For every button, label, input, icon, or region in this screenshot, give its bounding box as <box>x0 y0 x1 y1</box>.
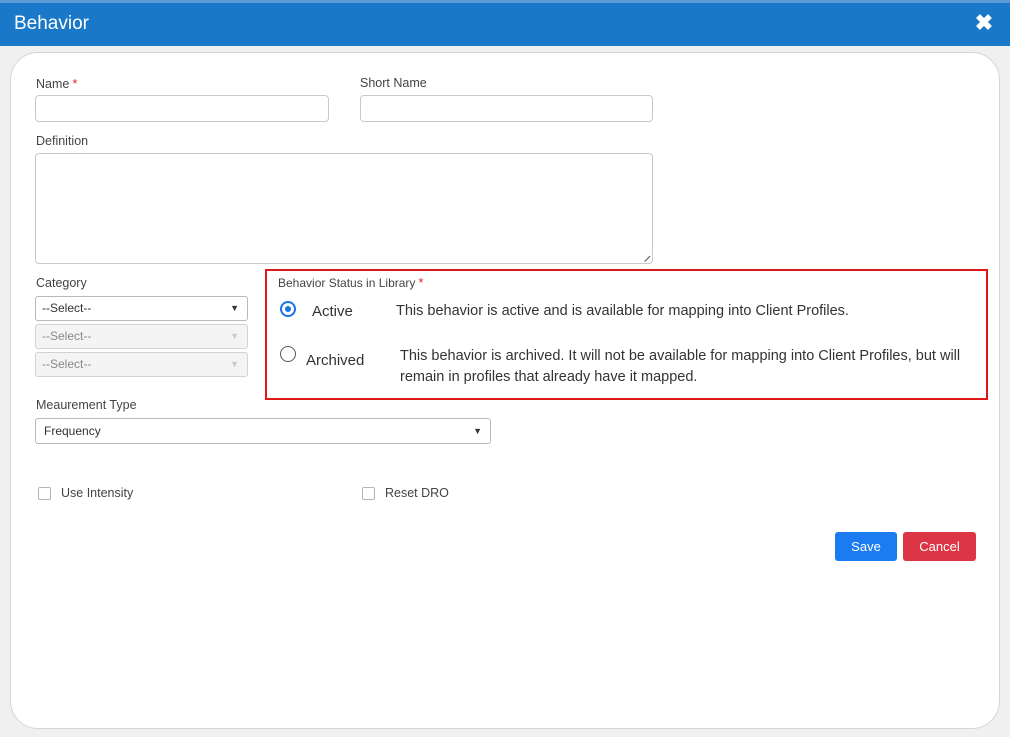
category-select-3: --Select-- ▼ <box>35 352 248 377</box>
save-button[interactable]: Save <box>835 532 897 561</box>
definition-textarea[interactable] <box>35 153 653 264</box>
definition-label: Definition <box>36 134 89 148</box>
measurement-type-label: Meaurement Type <box>36 398 137 412</box>
active-label[interactable]: Active <box>312 303 353 320</box>
reset-dro-checkbox[interactable] <box>362 487 375 500</box>
behavior-status-label: Behavior Status in Library * <box>278 275 424 290</box>
dialog-title: Behavior <box>14 13 89 34</box>
dropdown-caret-icon: ▼ <box>473 426 482 436</box>
required-marker: * <box>418 275 424 290</box>
behavior-dialog: Behavior ✖ Name * Short Name Definition C… <box>0 0 1010 737</box>
category-label: Category <box>36 276 87 290</box>
name-input[interactable] <box>35 95 329 122</box>
cancel-button[interactable]: Cancel <box>903 532 976 561</box>
reset-dro-label[interactable]: Reset DRO <box>385 486 449 500</box>
dropdown-caret-icon: ▼ <box>230 331 239 341</box>
active-description: This behavior is active and is available… <box>396 303 849 319</box>
close-icon[interactable]: ✖ <box>972 11 996 35</box>
use-intensity-checkbox[interactable] <box>38 487 51 500</box>
dropdown-caret-icon: ▼ <box>230 303 239 313</box>
archived-label[interactable]: Archived <box>306 352 364 369</box>
name-label: Name * <box>36 76 78 91</box>
short-name-input[interactable] <box>360 95 653 122</box>
required-marker: * <box>72 76 78 91</box>
category-select-2: --Select-- ▼ <box>35 324 248 349</box>
dropdown-caret-icon: ▼ <box>230 359 239 369</box>
archived-radio[interactable] <box>280 346 296 362</box>
dialog-titlebar: Behavior ✖ <box>0 0 1010 46</box>
archived-description: This behavior is archived. It will not b… <box>400 348 961 385</box>
resize-grip-icon[interactable] <box>638 249 651 263</box>
active-radio[interactable] <box>280 301 296 317</box>
measurement-type-select[interactable]: Frequency ▼ <box>35 418 491 444</box>
short-name-label: Short Name <box>360 76 427 90</box>
use-intensity-label[interactable]: Use Intensity <box>61 486 133 500</box>
category-select-1[interactable]: --Select-- ▼ <box>35 296 248 321</box>
